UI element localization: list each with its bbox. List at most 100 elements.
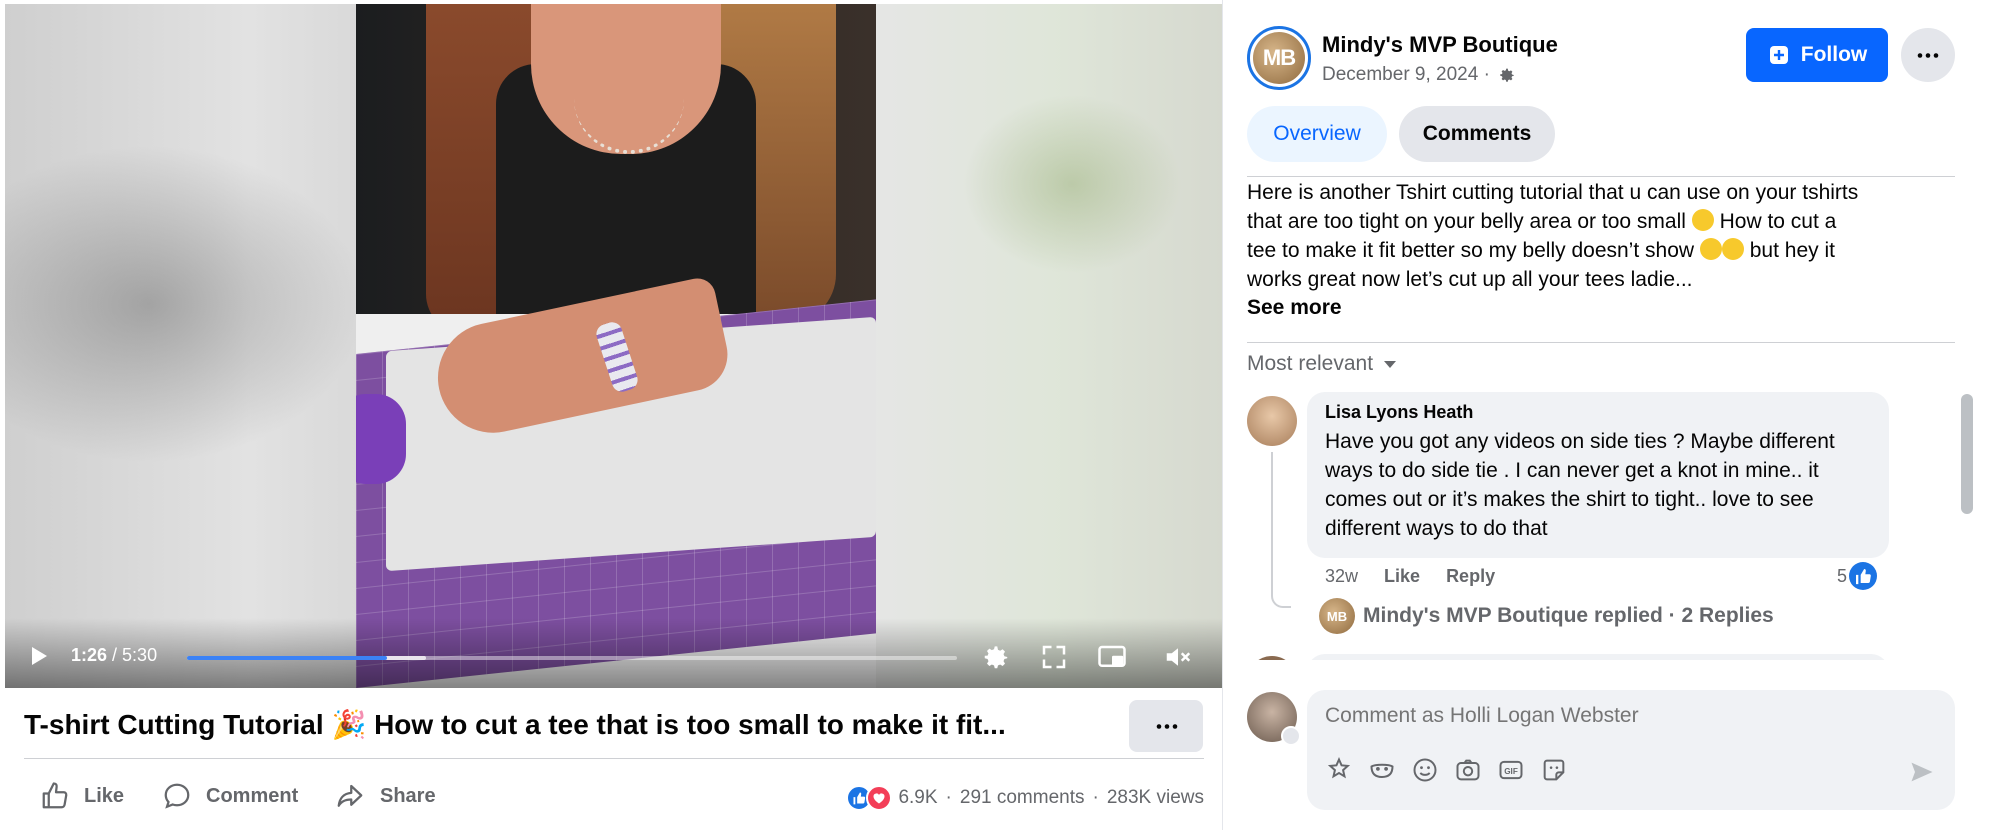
comment-icon — [164, 783, 190, 809]
video-more-button[interactable] — [1129, 700, 1203, 752]
see-more-link[interactable]: See more — [1247, 296, 1342, 320]
tab-comments[interactable]: Comments — [1399, 106, 1555, 162]
rotary-cutter — [356, 394, 406, 484]
replies-text: Mindy's MVP Boutique replied · 2 Replies — [1363, 604, 1774, 627]
play-icon[interactable] — [27, 644, 51, 668]
comment-reactions[interactable]: 5 — [1837, 562, 1878, 590]
gif-icon[interactable]: GIF — [1497, 756, 1525, 784]
like-button[interactable]: Like — [40, 778, 124, 814]
laughing-tears-emoji-icon — [1699, 238, 1722, 260]
stat-separator: · — [1092, 787, 1099, 808]
emoji-icon[interactable] — [1411, 756, 1439, 784]
comment-bubble — [1307, 654, 1889, 660]
send-icon[interactable] — [1907, 758, 1937, 786]
page-avatar[interactable]: MB — [1247, 26, 1311, 90]
share-button[interactable]: Share — [334, 778, 436, 814]
comments-list: Lisa Lyons Heath Have you got any videos… — [1223, 390, 1999, 660]
reaction-count[interactable]: 6.9K — [898, 787, 937, 809]
thumbs-up-icon — [42, 782, 68, 809]
settings-gear-icon[interactable] — [981, 642, 1011, 672]
follow-label: Follow — [1800, 43, 1868, 66]
divider — [1247, 176, 1955, 177]
video-background-blur-green — [962, 94, 1182, 274]
composer-toolbar: GIF — [1325, 756, 1583, 784]
commenter-avatar[interactable] — [1247, 396, 1297, 446]
winking-tongue-emoji-icon — [1691, 209, 1714, 231]
comment-input[interactable] — [1325, 704, 1925, 728]
camera-icon[interactable] — [1454, 756, 1482, 784]
page-name[interactable]: Mindy's MVP Boutique — [1322, 32, 1558, 58]
svg-text:GIF: GIF — [1504, 767, 1518, 776]
post-date-text[interactable]: December 9, 2024 · — [1322, 64, 1490, 86]
comment-count[interactable]: 291 comments — [960, 787, 1085, 809]
video-background-blur — [5, 144, 365, 464]
description-line: works great now let’s cut up all your te… — [1247, 268, 1693, 291]
share-icon — [337, 784, 363, 807]
mask-effect-icon[interactable] — [1368, 756, 1396, 784]
comment-text: Have you got any videos on side ties ? M… — [1325, 430, 1835, 540]
comment-button[interactable]: Comment — [162, 778, 298, 814]
video-frame — [356, 4, 876, 688]
muted-volume-icon[interactable] — [1163, 642, 1193, 672]
comment-like-button[interactable]: Like — [1384, 566, 1420, 587]
engagement-stats: 6.9K · 291 comments · 283K views — [846, 785, 1204, 811]
comment-reply-button[interactable]: Reply — [1446, 566, 1495, 587]
love-reaction-icon[interactable] — [866, 785, 893, 811]
post-more-button[interactable] — [1901, 28, 1955, 82]
tab-overview[interactable]: Overview — [1247, 106, 1387, 162]
comments-scrollbar[interactable] — [1961, 394, 1973, 514]
audience-gear-icon — [1500, 68, 1514, 82]
divider — [24, 758, 1204, 759]
view-replies-link[interactable]: MB Mindy's MVP Boutique replied · 2 Repl… — [1319, 598, 1774, 634]
reply-thread-line — [1271, 452, 1291, 608]
played-bar — [187, 656, 388, 660]
current-user-avatar[interactable] — [1247, 692, 1301, 746]
profile-switch-badge[interactable] — [1281, 726, 1301, 746]
facebook-video-page: 1:26 / 5:30 T-shirt Cutting Tutorial 🎉 H… — [0, 0, 1999, 830]
avatar-sticker-icon[interactable] — [1325, 756, 1353, 784]
video-title: T-shirt Cutting Tutorial 🎉 How to cut a … — [24, 709, 1006, 740]
description-line: tee to make it fit better so my belly do… — [1247, 238, 1835, 262]
comment-author[interactable]: Lisa Lyons Heath — [1325, 402, 1871, 423]
page-logo: MB — [1253, 32, 1305, 84]
commenter-avatar[interactable] — [1247, 656, 1297, 660]
more-dots-icon — [1156, 724, 1178, 729]
progress-bar[interactable] — [187, 656, 957, 660]
divider — [1247, 342, 1955, 343]
picture-in-picture-icon[interactable] — [1097, 642, 1127, 672]
fullscreen-icon[interactable] — [1039, 642, 1069, 672]
view-count: 283K views — [1106, 787, 1204, 808]
video-title-row: T-shirt Cutting Tutorial 🎉 How to cut a … — [24, 700, 1204, 752]
video-player[interactable]: 1:26 / 5:30 — [5, 4, 1222, 688]
follow-plus-icon — [1769, 46, 1788, 64]
follow-button[interactable]: Follow — [1746, 28, 1888, 82]
laughing-tears-emoji-icon — [1721, 238, 1744, 260]
comment-age[interactable]: 32w — [1325, 566, 1358, 587]
comment-meta: 32w Like Reply — [1325, 566, 1521, 587]
comment-sort-dropdown[interactable]: Most relevant — [1247, 352, 1397, 376]
page-mini-avatar: MB — [1319, 598, 1355, 634]
sort-label: Most relevant — [1247, 352, 1374, 375]
post-description: Here is another Tshirt cutting tutorial … — [1247, 178, 1955, 294]
comment-composer: GIF — [1307, 690, 1955, 810]
post-side-panel: MB Mindy's MVP Boutique December 9, 2024… — [1222, 0, 1999, 830]
like-reaction-icon — [1849, 562, 1878, 590]
comment-bubble: Lisa Lyons Heath Have you got any videos… — [1307, 392, 1889, 558]
comment-label: Comment — [206, 784, 299, 807]
current-time: 1:26 — [71, 645, 108, 665]
more-dots-icon — [1917, 53, 1939, 58]
video-time: 1:26 / 5:30 — [71, 645, 157, 666]
post-date: December 9, 2024 · — [1322, 64, 1516, 86]
description-line: that are too tight on your belly area or… — [1247, 209, 1837, 233]
duration: / 5:30 — [112, 645, 158, 665]
description-line: Here is another Tshirt cutting tutorial … — [1247, 181, 1859, 204]
comment-like-count: 5 — [1837, 565, 1848, 586]
video-controls: 1:26 / 5:30 — [5, 618, 1222, 688]
sticker-icon[interactable] — [1540, 756, 1568, 784]
stat-separator: · — [945, 787, 952, 808]
caret-down-icon — [1384, 361, 1397, 368]
video-column: 1:26 / 5:30 T-shirt Cutting Tutorial 🎉 H… — [0, 0, 1222, 830]
like-label: Like — [84, 784, 125, 807]
share-label: Share — [380, 784, 436, 807]
action-bar: Like Comment Share 6.9K · 291 comments ·… — [24, 772, 1204, 822]
